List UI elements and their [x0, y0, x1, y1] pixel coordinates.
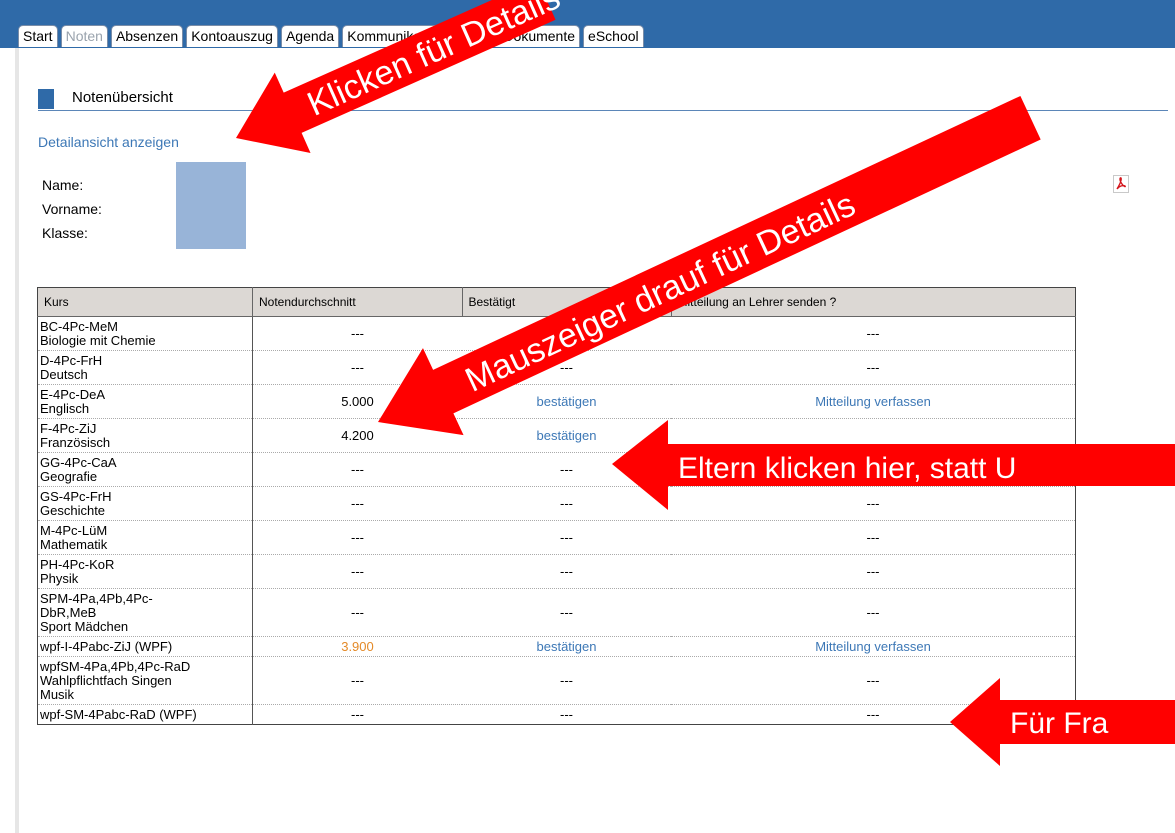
average-cell: ---: [252, 554, 462, 589]
section-divider: [38, 110, 1168, 111]
average-cell: ---: [252, 452, 462, 487]
confirm-cell: ---: [462, 316, 671, 351]
confirm-cell: ---: [462, 656, 671, 705]
message-cell: ---: [671, 656, 1076, 705]
grades-table: Kurs Notendurchschnitt Bestätigt Mitteil…: [37, 287, 1076, 725]
average-cell: ---: [252, 486, 462, 521]
message-cell: ---: [671, 554, 1076, 589]
name-label: Name:: [42, 177, 84, 193]
message-cell: ---: [671, 588, 1076, 637]
header-mitteilung: Mitteilung an Lehrer senden ?: [670, 287, 1076, 317]
average-cell[interactable]: 4.200: [252, 418, 462, 453]
average-cell: ---: [252, 350, 462, 385]
message-cell: ---: [671, 350, 1076, 385]
section-marker: [38, 89, 54, 109]
table-row: F-4Pc-ZiJ Französisch 4.200 bestätigen: [37, 418, 1076, 453]
pdf-icon[interactable]: [1113, 175, 1129, 193]
tab-noten[interactable]: Noten: [60, 25, 108, 47]
header-bestaetigt: Bestätigt: [461, 287, 671, 317]
confirm-cell: ---: [462, 486, 671, 521]
page-title: Notenübersicht: [72, 89, 173, 106]
header-notendurchschnitt: Notendurchschnitt: [252, 287, 462, 317]
table-row: BC-4Pc-MeM Biologie mit Chemie --- --- ---: [37, 316, 1076, 351]
table-header-row: Kurs Notendurchschnitt Bestätigt Mitteil…: [37, 287, 1076, 317]
confirm-cell[interactable]: bestätigen: [462, 384, 671, 419]
table-row: PH-4Pc-KoR Physik --- --- ---: [37, 554, 1076, 589]
confirm-cell: ---: [462, 520, 671, 555]
course-cell: E-4Pc-DeA Englisch: [37, 384, 253, 419]
klasse-label: Klasse:: [42, 225, 88, 241]
course-cell: wpf-I-4Pabc-ZiJ (WPF): [37, 636, 253, 657]
table-row: wpfSM-4Pa,4Pb,4Pc-RaD Wahlpflichtfach Si…: [37, 656, 1076, 705]
table-row: D-4Pc-FrH Deutsch --- --- ---: [37, 350, 1076, 385]
table-row: GG-4Pc-CaA Geografie --- --- ---: [37, 452, 1076, 487]
student-photo-placeholder: [176, 162, 246, 249]
detail-view-link[interactable]: Detailansicht anzeigen: [38, 134, 179, 150]
tab-kommunikation[interactable]: Kommunikation: [342, 25, 449, 47]
course-cell: GG-4Pc-CaA Geografie: [37, 452, 253, 487]
average-cell: ---: [252, 520, 462, 555]
course-cell: D-4Pc-FrH Deutsch: [37, 350, 253, 385]
average-cell: ---: [252, 704, 462, 725]
average-cell: ---: [252, 316, 462, 351]
confirm-cell: ---: [462, 704, 671, 725]
table-row: M-4Pc-LüM Mathematik --- --- ---: [37, 520, 1076, 555]
course-cell: GS-4Pc-FrH Geschichte: [37, 486, 253, 521]
message-cell: ---: [671, 452, 1076, 487]
confirm-cell: ---: [462, 588, 671, 637]
page-frame-rule: [15, 48, 19, 833]
course-cell: wpf-SM-4Pabc-RaD (WPF): [37, 704, 253, 725]
table-row: GS-4Pc-FrH Geschichte --- --- ---: [37, 486, 1076, 521]
header-kurs: Kurs: [37, 287, 253, 317]
tab-listen-dokumente[interactable]: Listen&Dokumente: [451, 25, 581, 47]
average-cell[interactable]: 3.900: [252, 636, 462, 657]
course-cell: PH-4Pc-KoR Physik: [37, 554, 253, 589]
message-cell[interactable]: Mitteilung verfassen: [671, 636, 1076, 657]
tab-eschool[interactable]: eSchool: [583, 25, 644, 47]
confirm-cell: ---: [462, 350, 671, 385]
table-row: wpf-SM-4Pabc-RaD (WPF) --- --- ---: [37, 704, 1076, 725]
table-row: SPM-4Pa,4Pb,4Pc- DbR,MeB Sport Mädchen --…: [37, 588, 1076, 637]
confirm-cell[interactable]: bestätigen: [462, 636, 671, 657]
course-cell: wpfSM-4Pa,4Pb,4Pc-RaD Wahlpflichtfach Si…: [37, 656, 253, 705]
confirm-cell[interactable]: bestätigen: [462, 418, 671, 453]
course-cell: F-4Pc-ZiJ Französisch: [37, 418, 253, 453]
course-cell: SPM-4Pa,4Pb,4Pc- DbR,MeB Sport Mädchen: [37, 588, 253, 637]
average-cell[interactable]: 5.000: [252, 384, 462, 419]
tab-start[interactable]: Start: [18, 25, 58, 47]
message-cell[interactable]: Mitteilung verfassen: [671, 384, 1076, 419]
tab-kontoauszug[interactable]: Kontoauszug: [186, 25, 278, 47]
course-cell: BC-4Pc-MeM Biologie mit Chemie: [37, 316, 253, 351]
message-cell: ---: [671, 316, 1076, 351]
message-cell: ---: [671, 486, 1076, 521]
table-row: E-4Pc-DeA Englisch 5.000 bestätigen Mitteil…: [37, 384, 1076, 419]
message-cell: [671, 418, 1076, 453]
tab-agenda[interactable]: Agenda: [280, 25, 340, 47]
message-cell: ---: [671, 520, 1076, 555]
main-tabs: Start Noten Absenzen Kontoauszug Agenda …: [18, 25, 644, 47]
confirm-cell: ---: [462, 554, 671, 589]
table-row: wpf-I-4Pabc-ZiJ (WPF) 3.900 bestätigen Mitt…: [37, 636, 1076, 657]
course-cell: M-4Pc-LüM Mathematik: [37, 520, 253, 555]
vorname-label: Vorname:: [42, 201, 102, 217]
message-cell: ---: [671, 704, 1076, 725]
average-cell: ---: [252, 656, 462, 705]
average-cell: ---: [252, 588, 462, 637]
confirm-cell: ---: [462, 452, 671, 487]
tab-absenzen[interactable]: Absenzen: [110, 25, 184, 47]
